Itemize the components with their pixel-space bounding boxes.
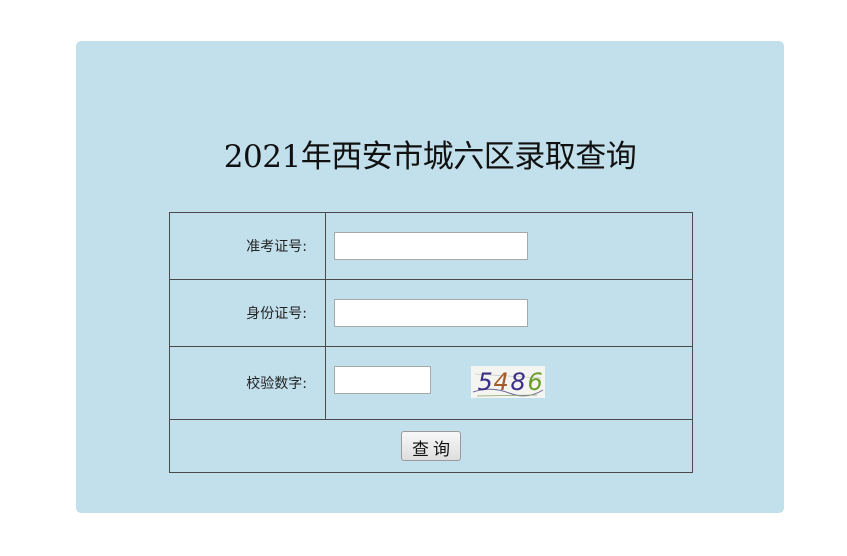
- form-row-submit: 查询: [169, 419, 693, 473]
- query-button[interactable]: 查询: [401, 431, 461, 461]
- form-row-captcha: 校验数字: 5 4 8 6: [169, 346, 693, 420]
- form-row-id-number: 身份证号:: [169, 279, 693, 347]
- query-form: 准考证号: 身份证号: 校验数字: 5 4 8 6 查询: [169, 212, 693, 473]
- captcha-label: 校验数字:: [169, 346, 326, 420]
- captcha-digit: 8: [510, 368, 526, 396]
- exam-number-label: 准考证号:: [169, 212, 326, 280]
- captcha-digit: 4: [493, 368, 509, 396]
- submit-cell: 查询: [169, 419, 693, 473]
- exam-number-input[interactable]: [334, 232, 528, 260]
- captcha-digit: 5: [477, 368, 493, 396]
- captcha-cell: 5 4 8 6: [325, 346, 693, 420]
- form-row-exam-number: 准考证号:: [169, 212, 693, 280]
- page-title: 2021年西安市城六区录取查询: [223, 139, 637, 175]
- captcha-input[interactable]: [334, 366, 431, 394]
- captcha-digit: 6: [527, 368, 543, 396]
- exam-number-cell: [325, 212, 693, 280]
- query-panel: 2021年西安市城六区录取查询 准考证号: 身份证号: 校验数字: 5 4 8 …: [76, 41, 784, 513]
- id-number-label: 身份证号:: [169, 279, 326, 347]
- id-number-input[interactable]: [334, 299, 528, 327]
- captcha-image[interactable]: 5 4 8 6: [471, 366, 546, 398]
- id-number-cell: [325, 279, 693, 347]
